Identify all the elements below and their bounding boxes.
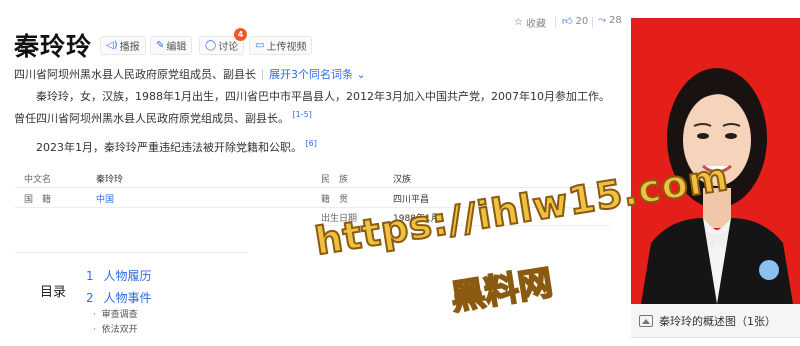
pencil-icon: ✎ <box>156 40 165 51</box>
infobox-value: 汉族 <box>393 175 412 185</box>
toc-item-number: 1 <box>86 269 94 283</box>
event-text: 2023年1月，秦玲玲严重违纪违法被开除党籍和公职。 <box>36 141 302 154</box>
broadcast-button[interactable]: ◁) 播报 <box>100 36 146 55</box>
divider <box>592 17 593 28</box>
photo-caption[interactable]: 秦玲玲的概述图（1张） <box>631 304 800 338</box>
toc-subitem-label: 审查调查 <box>101 310 138 320</box>
toc-title: 目录 <box>40 285 67 300</box>
star-icon: ☆ <box>514 17 523 28</box>
toc-item-events[interactable]: 2 人物事件 <box>86 289 151 306</box>
speaker-icon: ◁) <box>106 40 118 51</box>
watermark-text: 黑料网 <box>447 262 556 319</box>
toc-item-label: 人物履历 <box>103 269 152 283</box>
image-icon <box>639 314 653 327</box>
toc-subitem[interactable]: · 审查调查 <box>93 307 138 320</box>
edit-label: 编辑 <box>166 42 187 53</box>
intro-paragraph: 秦玲玲，女，汉族，1988年1月出生，四川省巴中市平昌县人，2012年3月加入中… <box>14 88 614 128</box>
share-count: 28 <box>609 15 622 26</box>
subtitle-text: 四川省阿坝州黑水县人民政府原党组成员、副县长 <box>14 68 256 81</box>
toc-item-label: 人物事件 <box>103 291 152 305</box>
event-paragraph: 2023年1月，秦玲玲严重违纪违法被开除党籍和公职。 [6] <box>14 135 614 157</box>
reference-link[interactable]: [6] <box>306 139 317 148</box>
page-title: 秦玲玲 <box>14 32 93 61</box>
divider <box>262 68 263 80</box>
infobox-label: 民 族 <box>321 175 349 185</box>
toc-item-number: 2 <box>86 291 94 305</box>
nationality-link[interactable]: 中国 <box>96 192 114 205</box>
share-icon: ⤳ <box>598 15 606 26</box>
photo-caption-label: 秦玲玲的概述图（1张） <box>659 314 776 328</box>
like-button[interactable]: 👍︎ 20 <box>562 15 589 28</box>
expand-homonyms-label: 展开3个同名词条 <box>269 68 353 81</box>
like-count: 20 <box>575 15 589 27</box>
infobox-value: 秦玲玲 <box>96 175 124 185</box>
expand-homonyms-link[interactable]: 展开3个同名词条 ⌄ <box>269 66 366 82</box>
toc-subitem[interactable]: · 依法双开 <box>93 322 138 335</box>
collect-button[interactable]: ☆ 收藏 <box>514 15 546 30</box>
infobox-label: 籍 贯 <box>321 195 349 205</box>
chevron-down-icon: ⌄ <box>356 68 366 81</box>
broadcast-label: 播报 <box>119 42 140 53</box>
discussion-count-badge: 4 <box>234 28 247 41</box>
entry-subtitle: 四川省阿坝州黑水县人民政府原党组成员、副县长 展开3个同名词条 ⌄ <box>14 66 366 82</box>
infobox-label: 中文名 <box>24 175 52 185</box>
toc-item-career[interactable]: 1 人物履历 <box>86 267 151 284</box>
collect-label: 收藏 <box>525 19 546 30</box>
intro-text: 秦玲玲，女，汉族，1988年1月出生，四川省巴中市平昌县人，2012年3月加入中… <box>14 90 610 125</box>
infobox-label: 国 籍 <box>24 195 52 205</box>
toc-subitem-label: 依法双开 <box>101 325 138 335</box>
chat-bubble-icon: ◯ <box>205 40 217 51</box>
reference-link[interactable]: [1-5] <box>293 110 312 119</box>
upload-video-button[interactable]: ▭ 上传视频 <box>249 36 313 55</box>
discuss-label: 讨论 <box>218 42 239 53</box>
thumbs-up-icon: 👍︎ <box>562 16 573 27</box>
video-camera-icon: ▭ <box>255 40 265 51</box>
divider <box>555 17 556 28</box>
share-button[interactable]: ⤳ 28 <box>598 15 622 26</box>
upload-video-label: 上传视频 <box>266 42 307 53</box>
edit-button[interactable]: ✎ 编辑 <box>150 36 193 55</box>
